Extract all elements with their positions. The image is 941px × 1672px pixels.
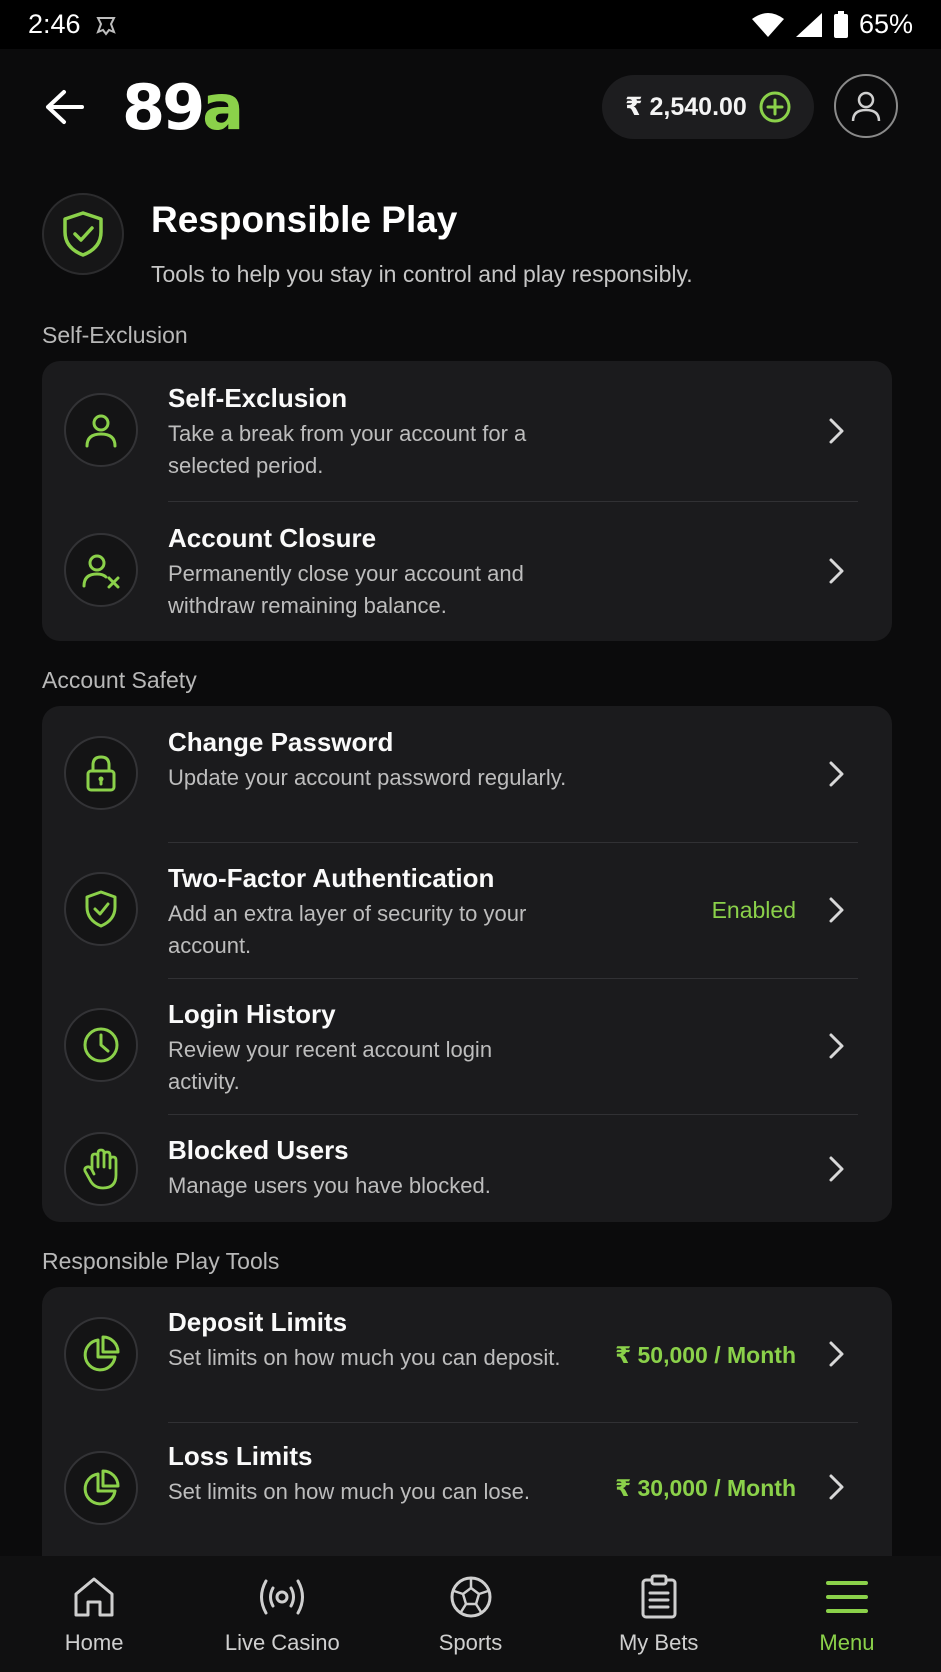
add-funds-icon[interactable] [759, 91, 791, 123]
list-item-self-exclusion[interactable]: Self-Exclusion Take a break from your ac… [42, 361, 892, 501]
hand-icon [83, 1148, 118, 1190]
item-icon [64, 1008, 138, 1082]
item-title: Change Password [168, 727, 394, 757]
limit-value: ₹ 30,000 / Month [615, 1475, 796, 1501]
item-description: Review your recent account login activit… [168, 1037, 493, 1094]
list-item-change-password[interactable]: Change Password Update your account pass… [42, 706, 892, 842]
chevron-right-icon [829, 558, 844, 584]
status-badge: Enabled [711, 897, 796, 923]
back-button[interactable] [42, 85, 86, 129]
pie-chart-icon [83, 1335, 120, 1372]
page-title-icon [42, 193, 124, 275]
logo-accent-text: a [202, 70, 244, 144]
broadcast-icon [260, 1579, 305, 1615]
home-icon [74, 1577, 114, 1617]
arrow-left-icon [46, 90, 84, 124]
nav-label: Home [64, 1630, 124, 1655]
nav-item-my-bets[interactable]: My Bets [565, 1556, 753, 1672]
balance-amount: ₹ 2,540.00 [625, 93, 747, 121]
battery-icon [833, 10, 848, 38]
section-label-responsible-play-tools: Responsible Play Tools [42, 1248, 280, 1274]
item-title: Deposit Limits [168, 1307, 348, 1337]
signal-icon [795, 12, 822, 37]
logo-text: 89 [122, 70, 205, 144]
item-description: Manage users you have blocked. [168, 1173, 491, 1198]
item-description: Set limits on how much you can deposit. [168, 1345, 561, 1370]
notification-icon [95, 16, 116, 36]
page-subtitle: Tools to help you stay in control and pl… [151, 261, 693, 287]
list-item-login-history[interactable]: Login History Review your recent account… [42, 978, 892, 1114]
account-safety-card: Change Password Update your account pass… [42, 706, 892, 1222]
list-item-blocked-users[interactable]: Blocked Users Manage users you have bloc… [42, 1114, 892, 1222]
item-title: Blocked Users [168, 1135, 349, 1165]
person-remove-icon [82, 554, 120, 589]
brand-logo[interactable]: 89 a [122, 70, 244, 144]
item-icon [64, 1317, 138, 1391]
responsible-play-tools-card: Deposit Limits Set limits on how much yo… [42, 1287, 892, 1556]
list-item-account-closure[interactable]: Account Closure Permanently close your a… [42, 501, 892, 641]
chevron-right-icon [829, 1033, 844, 1059]
chevron-right-icon [829, 418, 844, 444]
nav-item-live-casino[interactable]: Live Casino [188, 1556, 376, 1672]
chevron-right-icon [829, 1341, 844, 1367]
clock-icon [83, 1027, 119, 1063]
nav-label: Menu [819, 1630, 875, 1655]
chevron-right-icon [829, 1156, 844, 1182]
item-title: Self-Exclusion [168, 383, 348, 413]
status-bar: 2:46 65% [0, 0, 941, 49]
soccer-ball-icon [450, 1576, 491, 1618]
nav-item-home[interactable]: Home [0, 1556, 188, 1672]
item-title: Two-Factor Authentication [168, 863, 495, 893]
lock-icon [86, 755, 116, 792]
item-title: Account Closure [168, 523, 377, 553]
nav-label: Sports [438, 1630, 503, 1655]
user-icon [851, 91, 881, 122]
pie-chart-icon [83, 1469, 120, 1506]
bottom-navigation: Home Live Casino Sports My Bets Menu [0, 1556, 941, 1672]
item-description: Take a break from your account for a sel… [168, 421, 527, 478]
wifi-icon [751, 12, 784, 37]
nav-item-menu[interactable]: Menu [753, 1556, 941, 1672]
section-label-self-exclusion: Self-Exclusion [42, 322, 188, 348]
limit-value: ₹ 50,000 / Month [615, 1342, 796, 1368]
nav-label: Live Casino [224, 1630, 340, 1655]
clipboard-icon [641, 1574, 677, 1619]
item-description: Add an extra layer of security to your a… [168, 901, 527, 958]
item-description: Update your account password regularly. [168, 765, 567, 790]
page-title: Responsible Play [151, 199, 458, 240]
item-icon [64, 533, 138, 607]
chevron-right-icon [829, 761, 844, 787]
nav-item-sports[interactable]: Sports [376, 1556, 564, 1672]
list-item-loss-limits[interactable]: Loss Limits Set limits on how much you c… [42, 1422, 892, 1556]
item-title: Loss Limits [168, 1441, 313, 1471]
item-icon [64, 1132, 138, 1206]
item-title: Login History [168, 999, 336, 1029]
self-exclusion-card: Self-Exclusion Take a break from your ac… [42, 361, 892, 641]
shield-check-icon [85, 890, 117, 928]
app-header: 89 a ₹ 2,540.00 [0, 49, 941, 165]
item-icon [64, 1451, 138, 1525]
item-description: Permanently close your account and withd… [168, 561, 524, 618]
item-icon [64, 872, 138, 946]
battery-percent: 65% [858, 9, 913, 39]
nav-label: My Bets [618, 1630, 699, 1655]
section-label-account-safety: Account Safety [42, 667, 197, 693]
profile-button[interactable] [834, 74, 898, 138]
item-description: Set limits on how much you can lose. [168, 1479, 530, 1504]
item-icon [64, 736, 138, 810]
chevron-right-icon [829, 897, 844, 923]
status-time: 2:46 [28, 9, 81, 39]
item-icon [64, 393, 138, 467]
shield-check-icon [63, 211, 103, 257]
chevron-right-icon [829, 1474, 844, 1500]
list-item-deposit-limits[interactable]: Deposit Limits Set limits on how much yo… [42, 1287, 892, 1422]
person-icon [85, 414, 117, 448]
list-item-two-factor-authentication[interactable]: Two-Factor Authentication Add an extra l… [42, 842, 892, 978]
balance-button[interactable]: ₹ 2,540.00 [602, 75, 814, 139]
menu-icon [825, 1581, 868, 1613]
